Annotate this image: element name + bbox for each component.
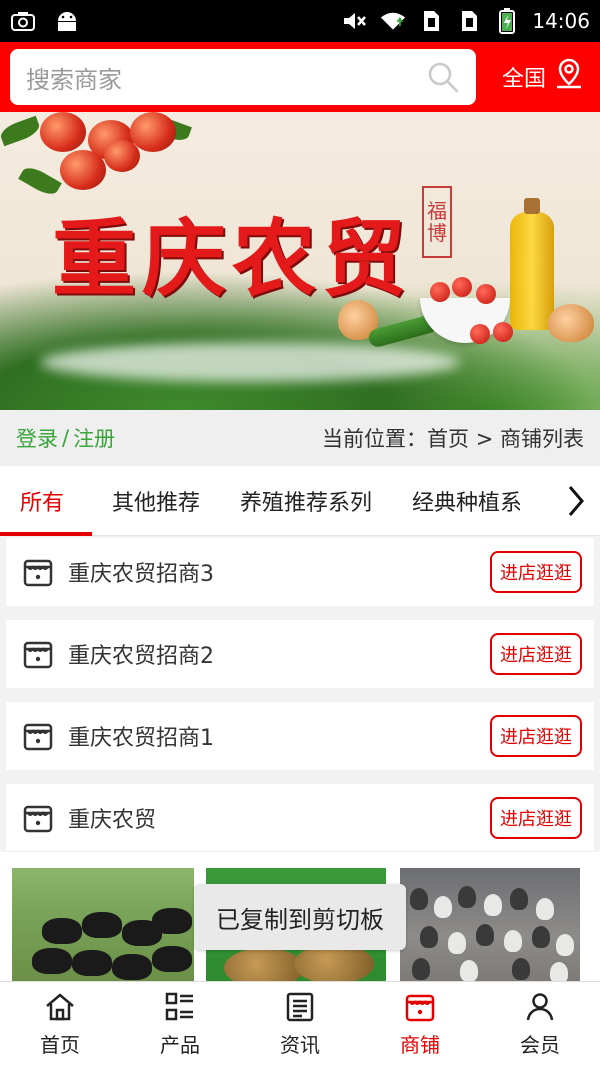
screenshot-icon: [10, 10, 36, 32]
grid-list-icon: [165, 992, 193, 1021]
shop-icon: [405, 994, 435, 1022]
product-image-goats[interactable]: [12, 868, 194, 982]
store-icon: [22, 638, 54, 670]
banner-seal: 福 博: [422, 186, 452, 258]
home-icon: [46, 993, 74, 1021]
status-bar: 14:06: [0, 0, 600, 42]
copied-toast: 已复制到剪切板: [194, 884, 406, 950]
list-item[interactable]: 重庆农贸 进店逛逛: [6, 784, 594, 852]
category-tabs: 所有 其他推荐 养殖推荐系列 经典种植系: [0, 466, 600, 536]
store-list: 重庆农贸招商3 进店逛逛 重庆农贸招商2 进店逛逛 重庆农贸招商1 进店逛逛 重…: [6, 538, 594, 852]
breadcrumb: 当前位置：首页 > 商铺列表: [322, 427, 584, 451]
nav-home-label: 首页: [40, 1033, 80, 1057]
store-name: 重庆农贸招商2: [68, 644, 214, 669]
sim2-icon: [456, 10, 482, 32]
android-icon: [54, 10, 80, 32]
store-name: 重庆农贸招商1: [68, 726, 214, 751]
nav-member-label: 会员: [520, 1033, 560, 1057]
user-icon: [526, 993, 554, 1021]
tab-other-recommend[interactable]: 其他推荐: [92, 466, 220, 536]
login-link[interactable]: 登录: [16, 423, 58, 453]
tabs-scroll-right-icon[interactable]: [564, 483, 588, 519]
store-icon: [22, 556, 54, 588]
news-icon: [286, 992, 314, 1022]
store-name: 重庆农贸招商3: [68, 562, 214, 587]
sim1-icon: [418, 10, 444, 32]
info-bar: 登录 / 注册 当前位置：首页 > 商铺列表: [0, 410, 600, 466]
battery-icon: [494, 8, 520, 34]
tab-classic-planting[interactable]: 经典种植系: [392, 466, 520, 536]
oil-bottle: [510, 198, 554, 330]
region-selector[interactable]: 全国: [502, 58, 590, 96]
nav-news-label: 资讯: [280, 1033, 320, 1057]
store-icon: [22, 720, 54, 752]
product-image-ducks[interactable]: [400, 868, 580, 982]
register-link[interactable]: 注册: [73, 423, 115, 453]
tab-all[interactable]: 所有: [0, 466, 92, 536]
nav-home[interactable]: 首页: [0, 982, 120, 1067]
visit-store-button[interactable]: 进店逛逛: [490, 715, 582, 757]
nav-news[interactable]: 资讯: [240, 982, 360, 1067]
login-register-separator: /: [62, 426, 70, 450]
list-item[interactable]: 重庆农贸招商2 进店逛逛: [6, 620, 594, 688]
visit-store-button[interactable]: 进店逛逛: [490, 796, 582, 839]
search-placeholder: 搜索商家: [26, 65, 122, 94]
nav-products-label: 产品: [160, 1033, 200, 1057]
region-label: 全国: [501, 67, 546, 92]
wifi-icon: [380, 10, 406, 32]
apple-decoration: [40, 112, 86, 152]
bottom-nav: 首页 产品 资讯 商铺 会员: [0, 981, 600, 1067]
nav-shops-label: 商铺: [400, 1033, 440, 1057]
banner[interactable]: 重庆农贸 福 博: [0, 112, 600, 410]
tab-breeding-recommend[interactable]: 养殖推荐系列: [220, 466, 392, 536]
store-icon: [22, 802, 54, 834]
app-header: 搜索商家 全国: [0, 42, 600, 112]
location-pin-icon: [554, 58, 584, 96]
search-input[interactable]: 搜索商家: [10, 49, 476, 105]
search-icon[interactable]: [426, 60, 460, 94]
nav-member[interactable]: 会员: [480, 982, 600, 1067]
visit-store-button[interactable]: 进店逛逛: [490, 633, 582, 675]
list-item[interactable]: 重庆农贸招商3 进店逛逛: [6, 538, 594, 606]
list-item[interactable]: 重庆农贸招商1 进店逛逛: [6, 702, 594, 770]
store-name: 重庆农贸: [68, 807, 157, 833]
mute-icon: [342, 10, 368, 32]
nav-shops[interactable]: 商铺: [360, 982, 480, 1067]
visit-store-button[interactable]: 进店逛逛: [490, 551, 582, 593]
banner-title: 重庆农贸: [52, 209, 413, 308]
clock: 14:06: [532, 9, 590, 33]
nav-products[interactable]: 产品: [120, 982, 240, 1067]
